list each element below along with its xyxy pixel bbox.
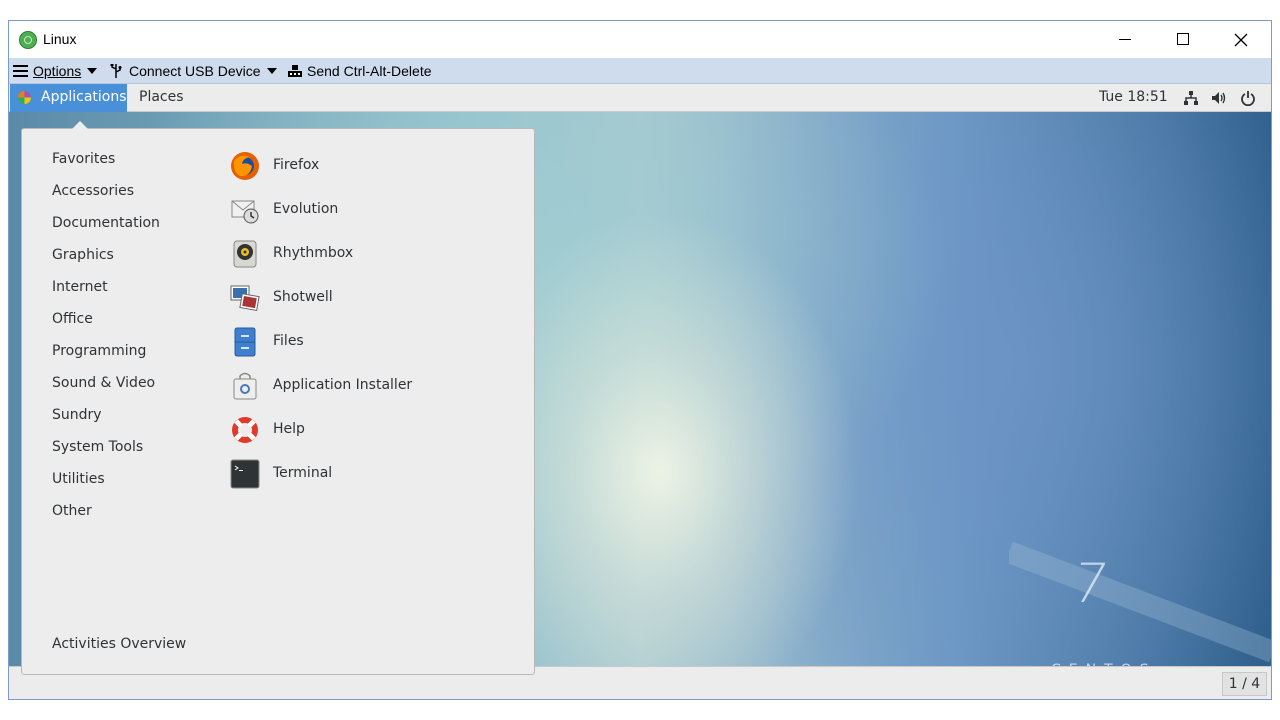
- category-utilities[interactable]: Utilities: [52, 471, 105, 487]
- app-item-rhythmbox[interactable]: Rhythmbox: [230, 235, 510, 275]
- category-documentation[interactable]: Documentation: [52, 215, 160, 231]
- power-icon[interactable]: [1240, 90, 1256, 106]
- app-item-evolution[interactable]: Evolution: [230, 191, 510, 231]
- app-item-help[interactable]: Help: [230, 411, 510, 451]
- category-sound-video[interactable]: Sound & Video: [52, 375, 155, 391]
- shotwell-icon: [230, 285, 260, 312]
- hamburger-icon: [13, 65, 28, 77]
- application-installer-icon: [233, 372, 257, 400]
- category-system-tools[interactable]: System Tools: [52, 439, 143, 455]
- category-other[interactable]: Other: [52, 503, 92, 519]
- category-programming[interactable]: Programming: [52, 343, 146, 359]
- help-icon: [232, 417, 258, 443]
- app-item-shotwell[interactable]: Shotwell: [230, 279, 510, 319]
- minimize-button[interactable]: [1096, 21, 1154, 58]
- chevron-down-icon: [266, 68, 277, 74]
- app-label: Terminal: [273, 465, 333, 481]
- category-graphics[interactable]: Graphics: [52, 247, 114, 263]
- firefox-icon: [231, 152, 259, 180]
- send-ctrl-alt-delete-button[interactable]: Send Ctrl-Alt-Delete: [288, 63, 432, 79]
- chevron-down-icon: [87, 68, 98, 74]
- centos-logo-icon: [18, 91, 31, 104]
- activities-overview-link[interactable]: Activities Overview: [52, 636, 186, 652]
- close-icon: [1234, 33, 1248, 47]
- window-title: Linux: [43, 31, 77, 47]
- app-item-terminal[interactable]: Terminal: [230, 455, 510, 495]
- viewer-toolbar: Options Connect USB Device Send Ctrl-Alt…: [9, 58, 1271, 84]
- app-item-application-installer[interactable]: Application Installer: [230, 367, 510, 407]
- app-label: Files: [273, 333, 304, 349]
- send-cad-label: Send Ctrl-Alt-Delete: [307, 63, 432, 79]
- app-label: Rhythmbox: [273, 245, 354, 261]
- vm-viewer-window: Linux Options Connect USB Device Send Ct…: [8, 20, 1272, 700]
- evolution-icon: [231, 200, 259, 224]
- app-label: Help: [273, 421, 305, 437]
- files-icon: [234, 327, 256, 357]
- app-label: Firefox: [273, 157, 320, 173]
- category-sundry[interactable]: Sundry: [52, 407, 102, 423]
- applications-menu-button[interactable]: Applications: [10, 84, 127, 112]
- gnome-top-bar: Applications Places Tue 18:51: [9, 84, 1271, 112]
- app-label: Shotwell: [273, 289, 333, 305]
- rhythmbox-icon: [233, 240, 257, 268]
- category-office[interactable]: Office: [52, 311, 93, 327]
- applications-menu: Favorites Accessories Documentation Grap…: [21, 121, 535, 675]
- app-item-files[interactable]: Files: [230, 323, 510, 363]
- category-favorites[interactable]: Favorites: [52, 151, 115, 167]
- volume-icon[interactable]: [1211, 90, 1227, 106]
- menu-pointer-arrow: [72, 121, 88, 129]
- category-internet[interactable]: Internet: [52, 279, 108, 295]
- app-label: Application Installer: [273, 377, 413, 393]
- maximize-button[interactable]: [1154, 21, 1212, 58]
- category-accessories[interactable]: Accessories: [52, 183, 134, 199]
- clock[interactable]: Tue 18:51: [1099, 89, 1168, 105]
- vm-app-icon: [19, 31, 37, 49]
- close-button[interactable]: [1212, 21, 1270, 58]
- workspace-pager[interactable]: 1 / 4: [1222, 672, 1267, 696]
- network-icon[interactable]: [1183, 90, 1199, 106]
- keyboard-icon: [288, 65, 302, 77]
- usb-icon: [110, 64, 122, 78]
- connect-usb-label: Connect USB Device: [129, 63, 261, 79]
- connect-usb-button[interactable]: Connect USB Device: [110, 63, 277, 79]
- wallpaper-streak: [1009, 541, 1271, 663]
- title-bar: Linux: [9, 21, 1271, 58]
- options-menu-button[interactable]: Options: [13, 63, 98, 79]
- places-menu-button[interactable]: Places: [139, 89, 184, 105]
- applications-label: Applications: [41, 89, 127, 105]
- app-label: Evolution: [273, 201, 339, 217]
- app-item-firefox[interactable]: Firefox: [230, 147, 510, 187]
- terminal-icon: [230, 459, 260, 489]
- options-label: Options: [33, 63, 82, 79]
